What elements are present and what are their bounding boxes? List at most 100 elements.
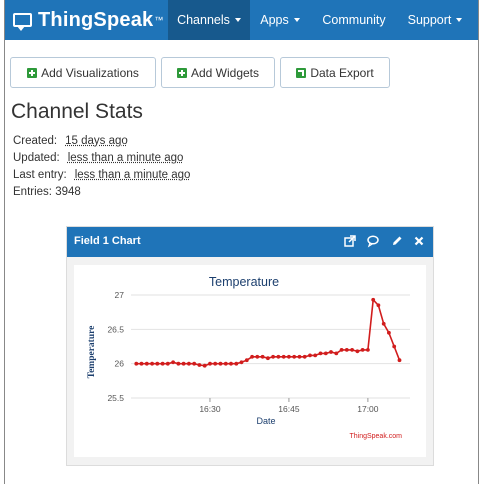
data-point: [376, 303, 381, 308]
data-point: [160, 361, 165, 366]
data-export-button[interactable]: Data Export: [280, 57, 390, 88]
chevron-down-icon: [234, 18, 241, 22]
stat-updated-label: Updated:: [13, 152, 60, 164]
data-point: [197, 363, 202, 367]
chevron-down-icon: [293, 18, 300, 22]
data-point: [392, 344, 397, 349]
x-tick-label: 16:45: [278, 404, 300, 414]
data-point: [387, 330, 391, 335]
brand-logo[interactable]: ThingSpeak ™: [13, 7, 164, 33]
data-point: [255, 354, 260, 359]
data-point: [302, 354, 307, 359]
stat-entries-value: 3948: [55, 186, 81, 198]
add-visualizations-button[interactable]: Add Visualizations: [10, 57, 156, 88]
data-point: [266, 356, 270, 361]
x-tick-label: 16:30: [199, 404, 221, 414]
stat-last-entry-value: less than a minute ago: [74, 169, 191, 181]
data-point: [281, 354, 286, 359]
chat-bubble-logo-icon: [13, 13, 32, 31]
data-point: [134, 361, 139, 366]
data-point: [276, 354, 281, 359]
y-tick-label: 25.5: [107, 393, 124, 403]
data-point: [244, 358, 249, 363]
data-point: [329, 350, 333, 354]
data-point: [271, 354, 275, 359]
data-point: [218, 361, 223, 366]
external-link-icon[interactable]: [343, 234, 357, 248]
stat-entries: Entries: 3948: [13, 186, 81, 198]
temperature-line: [136, 297, 401, 367]
chart-series: [134, 297, 402, 368]
stat-updated-value: less than a minute ago: [67, 152, 184, 164]
plus-icon: [176, 67, 187, 78]
data-point: [334, 351, 339, 356]
data-point: [344, 348, 349, 352]
data-point: [292, 354, 297, 359]
brand-name: ThingSpeak: [38, 8, 154, 31]
nav-channels[interactable]: Channels: [168, 0, 250, 40]
stat-created-label: Created:: [13, 135, 58, 147]
close-icon[interactable]: [412, 234, 426, 248]
nav-apps-label: Apps: [260, 13, 289, 27]
data-point: [297, 354, 302, 359]
comment-icon[interactable]: [366, 234, 380, 248]
y-tick-label: 26.5: [107, 324, 124, 334]
data-point: [144, 361, 149, 366]
stat-last-entry-label: Last entry:: [13, 169, 67, 181]
chart-credit[interactable]: ThingSpeak.com: [349, 433, 402, 440]
data-point: [208, 361, 212, 366]
chevron-down-icon: [456, 18, 463, 22]
data-point: [239, 360, 244, 365]
data-point: [371, 297, 376, 302]
data-point: [229, 361, 233, 366]
card-title: Field 1 Chart: [74, 235, 141, 247]
data-point: [366, 348, 370, 352]
page-title: Channel Stats: [11, 100, 143, 123]
chart-title: Temperature: [209, 275, 279, 289]
pencil-icon[interactable]: [390, 234, 404, 248]
data-point: [139, 361, 144, 366]
data-point: [165, 361, 170, 366]
data-point: [313, 353, 318, 358]
data-point: [192, 361, 197, 366]
data-point: [202, 363, 207, 368]
nav-community-label: Community: [322, 13, 386, 27]
card-header: Field 1 Chart: [67, 227, 433, 257]
nav-support-label: Support: [407, 13, 452, 27]
stat-entries-label: Entries:: [13, 186, 52, 198]
export-icon: [296, 67, 307, 78]
y-axis-label: Temperature: [87, 326, 97, 379]
add-widgets-label: Add Widgets: [190, 65, 260, 80]
data-point: [213, 361, 218, 366]
data-point: [360, 348, 365, 352]
data-point: [171, 360, 175, 365]
stat-created: Created: 15 days ago: [13, 135, 128, 147]
data-point: [234, 361, 239, 366]
nav-apps[interactable]: Apps: [250, 0, 310, 40]
nav-channels-label: Channels: [177, 13, 230, 27]
data-point: [250, 354, 255, 359]
data-point: [187, 361, 191, 366]
data-point: [308, 353, 312, 358]
x-tick-label: 17:00: [357, 404, 379, 414]
data-point: [350, 348, 354, 352]
data-point: [318, 351, 323, 356]
stat-created-value: 15 days ago: [65, 135, 128, 147]
data-point: [155, 361, 160, 366]
data-point: [355, 349, 360, 354]
data-point: [260, 354, 265, 359]
data-point: [381, 321, 386, 326]
data-export-label: Data Export: [310, 65, 374, 80]
data-point: [287, 354, 291, 359]
data-point: [150, 361, 154, 366]
chart-plot-area: Temperature 27 26.5 26 25.5 16:30 16:45 17:00 …: [74, 265, 426, 457]
plus-icon: [27, 67, 38, 78]
data-point: [223, 361, 228, 366]
y-tick-label: 26: [115, 359, 125, 369]
nav-support[interactable]: Support: [398, 0, 472, 40]
data-point: [397, 358, 402, 363]
nav-community[interactable]: Community: [312, 0, 396, 40]
temperature-chart: Temperature 2726.52625.516:30 16:45 17:00 …: [87, 275, 410, 440]
add-widgets-button[interactable]: Add Widgets: [161, 57, 275, 88]
field-1-chart-card: Field 1 Chart Temperature 27 26.5 26 25.5 16…: [66, 226, 434, 466]
